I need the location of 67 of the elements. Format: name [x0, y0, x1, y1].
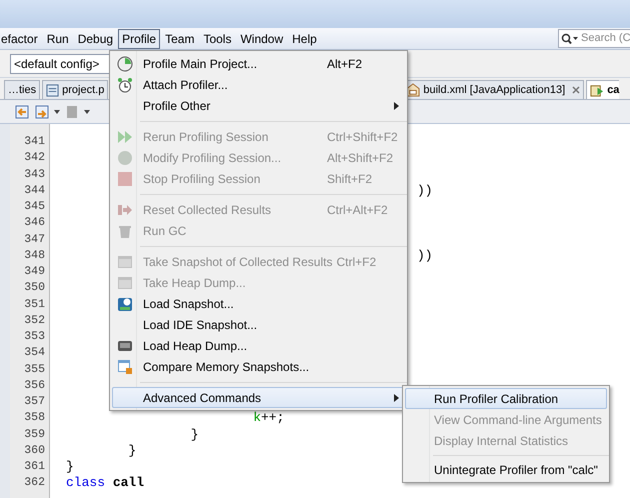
alarm-clock-icon	[117, 76, 133, 92]
stop-icon	[117, 170, 133, 186]
code-line: ))	[417, 248, 433, 264]
menu-item[interactable]: Window	[236, 28, 288, 48]
line-number: 357	[24, 394, 45, 410]
menu-item[interactable]: Compare Memory Snapshots...	[112, 356, 405, 377]
line-number: 342	[24, 150, 45, 166]
code-line: k++;	[253, 410, 284, 426]
line-number: 354	[24, 345, 45, 362]
window-icon	[117, 254, 133, 270]
editor-tab[interactable]: project.p	[42, 80, 108, 99]
code-line: class call	[66, 475, 144, 492]
fast-forward-icon	[117, 128, 133, 144]
menu-item[interactable]: Unintegrate Profiler from "calc"	[405, 459, 607, 480]
code-line: }	[128, 442, 136, 459]
dropdown-arrow-icon[interactable]	[54, 110, 60, 114]
line-number: 341	[24, 134, 45, 150]
menu-item[interactable]: Run Profiler Calibration	[405, 388, 607, 409]
line-number: 349	[24, 264, 45, 280]
line-number: 350	[24, 280, 45, 296]
menu-item[interactable]: Attach Profiler...	[112, 74, 405, 95]
class-file-icon	[590, 83, 604, 97]
file-icon	[46, 84, 60, 96]
menu-item[interactable]: Load Snapshot...	[112, 293, 405, 314]
code-line: }	[66, 459, 74, 476]
search-icon	[561, 32, 579, 44]
line-number: 351	[24, 296, 45, 312]
menu-item[interactable]: Advanced Commands	[112, 387, 405, 408]
menu-item[interactable]: efactor	[0, 28, 42, 48]
line-number: 356	[24, 378, 45, 394]
forward-icon[interactable]	[34, 104, 50, 120]
line-number: 353	[24, 329, 45, 345]
code-line: }	[190, 426, 199, 443]
menu-item[interactable]: Debug	[74, 28, 118, 48]
circle-icon	[117, 150, 133, 166]
line-number: 346	[24, 215, 45, 232]
menu-item[interactable]: Tools	[199, 28, 236, 48]
menu-item[interactable]: Help	[288, 28, 321, 48]
line-number: 355	[24, 362, 45, 378]
line-number: 352	[24, 312, 45, 329]
windows-icon	[117, 358, 133, 374]
line-number: 343	[24, 166, 45, 182]
line-number: 348	[24, 248, 45, 264]
line-number: 359	[24, 426, 45, 442]
line-number: 345	[24, 199, 45, 215]
line-number: 360	[24, 442, 45, 459]
window-icon	[117, 274, 133, 290]
search-field[interactable]: Search (C	[558, 29, 630, 48]
dropdown-arrow-icon[interactable]	[84, 110, 90, 114]
clock-icon	[117, 56, 133, 72]
line-number: 358	[24, 410, 45, 426]
back-icon[interactable]	[14, 104, 30, 120]
editor-tab[interactable]: ca	[586, 80, 620, 99]
menu-item[interactable]: Load IDE Snapshot...	[112, 314, 405, 335]
house-file-icon	[406, 83, 420, 97]
menu-item[interactable]: Profile Other	[112, 95, 405, 116]
line-number: 347	[24, 232, 45, 248]
menu-item[interactable]: Load Heap Dump...	[112, 335, 405, 356]
close-icon[interactable]	[572, 86, 580, 94]
menu-item[interactable]: Team	[161, 28, 198, 48]
line-number: 344	[24, 182, 45, 199]
line-number: 361	[24, 459, 45, 475]
menu-item[interactable]: Run	[42, 28, 73, 48]
line-number: 362	[24, 475, 45, 492]
menu-item[interactable]: Profile	[118, 28, 160, 48]
code-line: ))	[417, 182, 433, 199]
editor-tab[interactable]: …ties	[4, 80, 40, 99]
